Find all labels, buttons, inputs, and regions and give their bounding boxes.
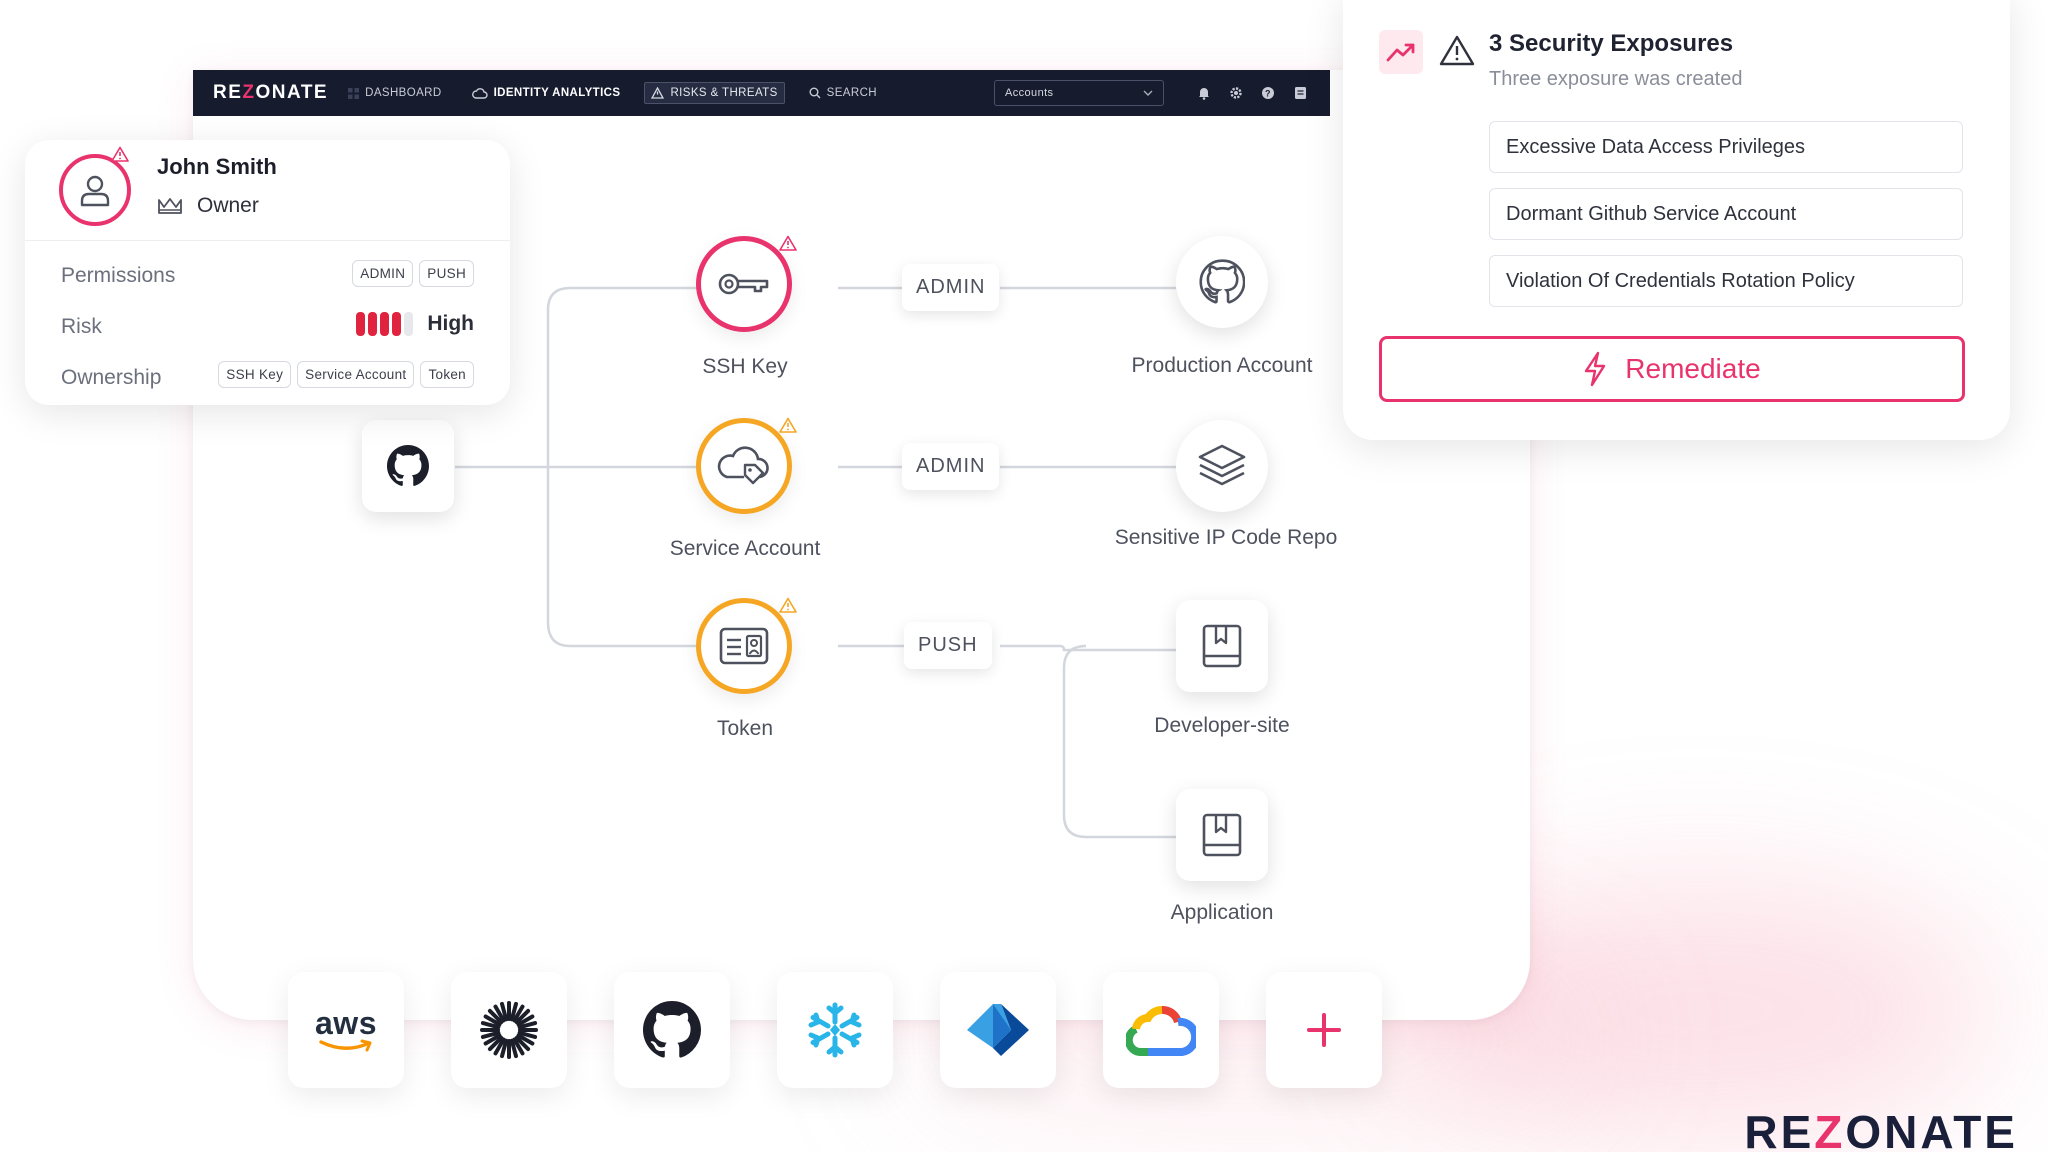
ownership-chips: SSH Key Service Account Token: [212, 361, 474, 388]
service-account-node[interactable]: [696, 417, 797, 514]
github-icon: [387, 445, 429, 486]
production-account-node[interactable]: [1176, 236, 1268, 328]
ownership-chip-service-account[interactable]: Service Account: [297, 361, 415, 388]
edge-label-service-admin: ADMIN: [902, 443, 1000, 490]
exposure-item[interactable]: Dormant Github Service Account: [1489, 188, 1963, 240]
ownership-chip-token[interactable]: Token: [420, 361, 474, 388]
github-icon: [643, 1001, 701, 1058]
github-icon: [1199, 259, 1245, 304]
integration-google-cloud[interactable]: [1103, 972, 1219, 1088]
exposure-item[interactable]: Violation Of Credentials Rotation Policy: [1489, 255, 1963, 307]
source-github-node[interactable]: [362, 420, 454, 512]
integration-burst[interactable]: [451, 972, 567, 1088]
key-icon: [718, 273, 769, 295]
integration-azure[interactable]: [940, 972, 1056, 1088]
permissions-label: Permissions: [61, 264, 176, 287]
google-cloud-icon: [1126, 1005, 1196, 1056]
warning-icon: [779, 597, 797, 613]
risk-bar: [356, 312, 366, 336]
user-role: Owner: [157, 194, 259, 218]
risk-indicator: High: [356, 312, 474, 336]
risk-bar: [368, 312, 378, 336]
sensitive-ip-label: Sensitive IP Code Repo: [1114, 526, 1338, 549]
service-account-label: Service Account: [669, 537, 821, 560]
trend-up-icon: [1379, 30, 1423, 74]
risk-bar: [380, 312, 390, 336]
remediate-label: Remediate: [1625, 353, 1761, 384]
risk-bar: [392, 312, 402, 336]
risk-bars: [356, 312, 414, 336]
ssh-key-label: SSH Key: [702, 355, 788, 378]
integration-add[interactable]: [1266, 972, 1382, 1088]
ssh-key-node[interactable]: [696, 235, 797, 332]
integration-github[interactable]: [614, 972, 730, 1088]
warning-icon: [1439, 35, 1475, 66]
aws-wordmark: aws: [315, 1005, 377, 1041]
token-label: Token: [716, 717, 774, 740]
id-card-icon: [719, 627, 769, 665]
crown-icon: [158, 198, 182, 214]
azure-icon: [967, 1004, 1029, 1056]
user-name: John Smith: [157, 154, 277, 179]
sun-burst-icon: [480, 1001, 538, 1059]
book-icon: [1202, 624, 1242, 668]
developer-site-label: Developer-site: [1154, 714, 1290, 737]
integration-aws[interactable]: aws: [288, 972, 404, 1088]
user-icon: [80, 175, 110, 207]
risk-level: High: [427, 312, 474, 335]
permission-chip[interactable]: ADMIN: [352, 260, 414, 287]
production-account-label: Production Account: [1131, 354, 1313, 377]
developer-site-node[interactable]: [1176, 600, 1268, 692]
ownership-label: Ownership: [61, 366, 162, 389]
user-role-label: Owner: [197, 194, 259, 217]
warning-icon: [111, 146, 129, 162]
layers-icon: [1198, 444, 1246, 486]
edge-label-ssh-admin: ADMIN: [902, 264, 1000, 311]
warning-icon: [779, 235, 797, 251]
book-icon: [1202, 813, 1242, 857]
warning-icon: [779, 417, 797, 433]
permissions-chips: ADMIN PUSH: [346, 260, 474, 287]
avatar: [59, 154, 131, 226]
exposure-item[interactable]: Excessive Data Access Privileges: [1489, 121, 1963, 173]
remediate-button[interactable]: Remediate: [1379, 336, 1965, 402]
token-node[interactable]: [696, 597, 797, 694]
brand-logo: REZONATE: [1744, 1106, 2018, 1152]
security-exposures-panel: 3 Security Exposures Three exposure was …: [1343, 0, 2010, 440]
lightning-icon: [1585, 351, 1606, 387]
edge-label-token-push: PUSH: [904, 622, 992, 669]
cloud-tag-icon: [717, 446, 769, 485]
exposures-subtitle: Three exposure was created: [1489, 68, 1743, 90]
exposures-title: 3 Security Exposures: [1489, 30, 1734, 57]
integration-snowflake[interactable]: [777, 972, 893, 1088]
permission-chip[interactable]: PUSH: [419, 260, 474, 287]
risk-label: Risk: [61, 315, 102, 338]
divider: [25, 240, 510, 241]
application-label: Application: [1170, 901, 1274, 924]
plus-icon: [1307, 1013, 1341, 1047]
sensitive-ip-node[interactable]: [1176, 420, 1268, 512]
application-node[interactable]: [1176, 789, 1268, 881]
aws-icon: aws: [315, 1007, 377, 1053]
risk-bar: [404, 312, 414, 336]
user-card[interactable]: John Smith Owner Permissions ADMIN PUSH …: [25, 140, 510, 405]
snowflake-icon: [808, 1002, 862, 1058]
ownership-chip-ssh-key[interactable]: SSH Key: [218, 361, 292, 388]
